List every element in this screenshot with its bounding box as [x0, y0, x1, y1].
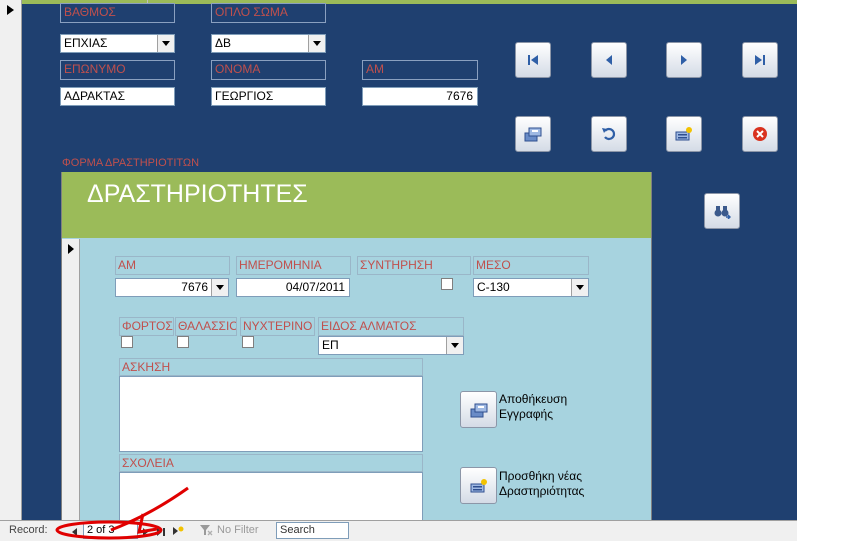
- exercise-label: ΑΣΚΗΣΗ: [119, 358, 423, 376]
- add-record-icon: [667, 117, 701, 151]
- save-activity-button[interactable]: [460, 391, 497, 428]
- load-label: ΦΟΡΤΟΣ: [119, 317, 174, 336]
- find-record-button[interactable]: [704, 193, 740, 229]
- no-filter-button[interactable]: No Filter: [217, 521, 259, 540]
- next-record-icon: [667, 43, 701, 77]
- save-record-button[interactable]: [515, 116, 551, 152]
- schools-label: ΣΧΟΛΕΙΑ: [119, 454, 423, 472]
- rank-label: ΒΑΘΜΟΣ: [60, 3, 175, 23]
- previous-record-icon: [592, 43, 626, 77]
- sea-checkbox[interactable]: [177, 336, 189, 348]
- record-selector[interactable]: [0, 0, 22, 520]
- branch-dropdown-arrow-icon[interactable]: [308, 35, 325, 52]
- date-field[interactable]: 04/07/2011: [236, 278, 350, 297]
- rank-combobox[interactable]: ΕΠΧΙΑΣ: [60, 34, 175, 53]
- rank-dropdown-arrow-icon[interactable]: [157, 35, 174, 52]
- undo-icon: [592, 117, 626, 151]
- exercise-textarea[interactable]: [119, 376, 423, 452]
- subform-caption: ΦΟΡΜΑ ΔΡΑΣΤΗΡΙΟΤΙΤΩΝ: [62, 157, 200, 169]
- jump-type-combobox[interactable]: ΕΠ: [318, 336, 464, 355]
- save-activity-label-line1: Αποθήκευση: [499, 392, 568, 406]
- add-activity-icon: [461, 468, 496, 503]
- sub-am-value: 7676: [181, 280, 208, 294]
- add-activity-button[interactable]: [460, 467, 497, 504]
- branch-combobox[interactable]: ΔΒ: [211, 34, 326, 53]
- maintenance-checkbox[interactable]: [441, 278, 453, 290]
- last-record-button[interactable]: [742, 42, 778, 78]
- surname-label: ΕΠΩΝΥΜΟ: [60, 60, 175, 80]
- subform-record-selector[interactable]: [62, 239, 80, 520]
- means-dropdown-arrow-icon[interactable]: [571, 279, 588, 296]
- filter-icon: [199, 524, 213, 539]
- load-checkbox[interactable]: [121, 336, 133, 348]
- branch-value: ΔΒ: [215, 36, 232, 50]
- delete-record-button[interactable]: [742, 116, 778, 152]
- first-record-button[interactable]: [515, 42, 551, 78]
- save-activity-icon: [461, 392, 496, 427]
- service-number-field[interactable]: 7676: [362, 87, 478, 106]
- branch-label: ΟΠΛΟ ΣΩΜΑ: [211, 3, 326, 23]
- add-record-button[interactable]: [666, 116, 702, 152]
- jump-type-dropdown-arrow-icon[interactable]: [446, 337, 463, 354]
- undo-button[interactable]: [591, 116, 627, 152]
- night-label: ΝΥΧΤΕΡΙΝΟ: [240, 317, 315, 336]
- sub-am-combobox[interactable]: 7676: [115, 278, 229, 297]
- rank-value: ΕΠΧΙΑΣ: [64, 36, 108, 50]
- jump-type-value: ΕΠ: [322, 338, 339, 352]
- red-annotation-icon: [55, 486, 189, 540]
- activities-subform: ΔΡΑΣΤΗΡΙΟΤΗΤΕΣ ΑΜ ΗΜΕΡΟΜΗΝΙΑ ΣΥΝΤΗΡΗΣΗ Μ…: [61, 172, 652, 520]
- subform-record-pointer-icon: [68, 244, 74, 254]
- means-combobox[interactable]: C-130: [473, 278, 589, 297]
- last-record-icon: [743, 43, 777, 77]
- save-activity-label[interactable]: Αποθήκευση Εγγραφής: [499, 392, 567, 422]
- first-name-field[interactable]: ΓΕΩΡΓΙΟΣ: [211, 87, 326, 106]
- sea-label: ΘΑΛΑΣΣΙΟ: [175, 317, 237, 336]
- means-value: C-130: [477, 280, 510, 294]
- service-number-label: ΑΜ: [362, 60, 478, 80]
- subform-title: ΔΡΑΣΤΗΡΙΟΤΗΤΕΣ: [87, 180, 308, 208]
- next-record-button[interactable]: [666, 42, 702, 78]
- sub-am-dropdown-arrow-icon[interactable]: [211, 279, 228, 296]
- means-label: ΜΕΣΟ: [473, 256, 589, 275]
- first-name-label: ΟΝΟΜΑ: [211, 60, 326, 80]
- add-activity-label[interactable]: Προσθήκη νέας Δραστηριότητας: [499, 469, 584, 499]
- binoculars-icon: [705, 194, 739, 228]
- jump-type-label: ΕΙΔΟΣ ΑΛΜΑΤΟΣ: [318, 317, 464, 336]
- save-activity-label-line2: Εγγραφής: [499, 407, 554, 421]
- first-record-icon: [516, 43, 550, 77]
- night-checkbox[interactable]: [242, 336, 254, 348]
- previous-record-button[interactable]: [591, 42, 627, 78]
- record-pointer-icon: [7, 5, 14, 15]
- surname-field[interactable]: ΑΔΡΑΚΤΑΣ: [60, 87, 175, 106]
- date-label: ΗΜΕΡΟΜΗΝΙΑ: [236, 256, 351, 275]
- maintenance-label: ΣΥΝΤΗΡΗΣΗ: [357, 256, 471, 275]
- search-box[interactable]: Search: [276, 522, 349, 539]
- add-activity-label-line1: Προσθήκη νέας: [499, 469, 582, 483]
- delete-icon: [743, 117, 777, 151]
- subform-header: ΔΡΑΣΤΗΡΙΟΤΗΤΕΣ: [62, 172, 651, 238]
- save-icon: [516, 117, 550, 151]
- sub-am-label: ΑΜ: [115, 256, 230, 275]
- add-activity-label-line2: Δραστηριότητας: [499, 484, 585, 498]
